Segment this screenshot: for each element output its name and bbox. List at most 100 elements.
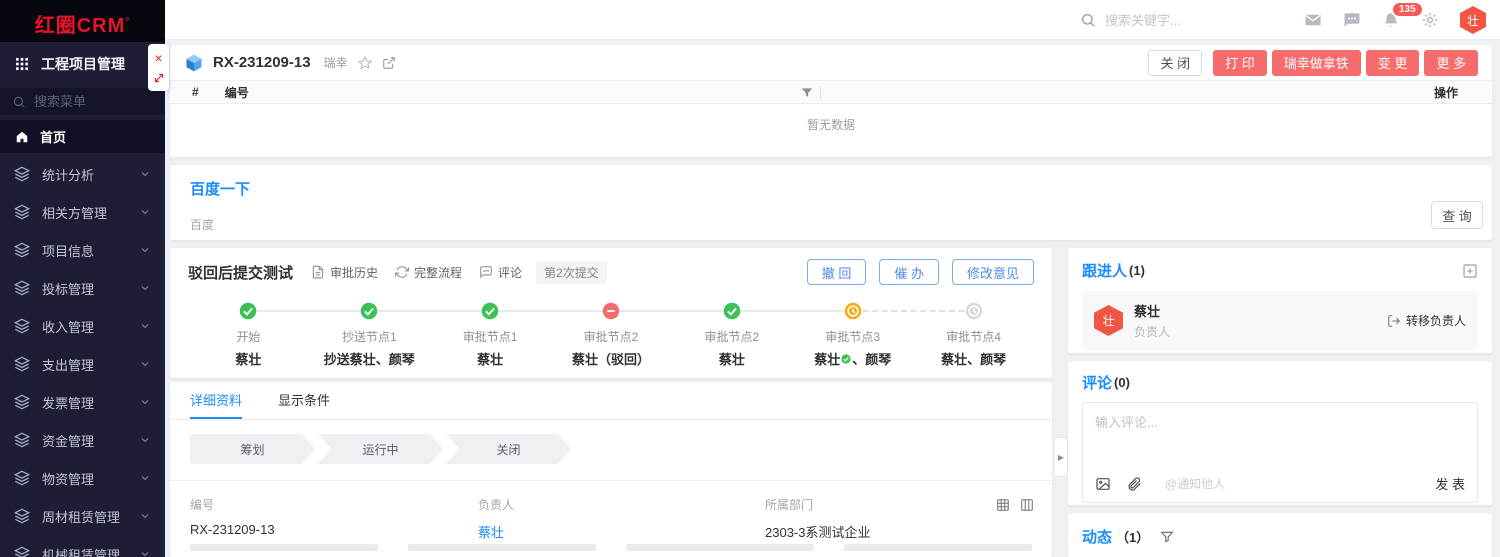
add-follower-icon[interactable] bbox=[1462, 263, 1478, 279]
tab-inactive[interactable]: 显示条件 bbox=[278, 382, 330, 419]
global-search-input[interactable] bbox=[1105, 13, 1285, 28]
field-value: RX-231209-13 bbox=[190, 522, 275, 537]
detail-fields: 编号 RX-231209-13 负责人 蔡壮 所属部门 2303-3系测试企业 bbox=[170, 481, 1052, 551]
step-name: 审批节点1 bbox=[430, 328, 551, 345]
workflow-card: 驳回后提交测试 审批历史 完整流程 评论 第2次提交 撤 回催 办修改意见 开始… bbox=[170, 248, 1052, 378]
clipped-content bbox=[190, 544, 1032, 551]
sidebar-item-label: 机械租赁管理 bbox=[42, 545, 127, 557]
sidebar-item-home[interactable]: 首页 bbox=[0, 120, 165, 153]
mail-icon[interactable] bbox=[1304, 11, 1322, 29]
step-person: 抄送蔡壮、颜琴 bbox=[309, 349, 430, 368]
table-view-icon[interactable] bbox=[996, 498, 1010, 512]
query-button[interactable]: 查 询 bbox=[1431, 201, 1483, 229]
home-label: 首页 bbox=[40, 127, 66, 146]
sidebar-item[interactable]: 项目信息 bbox=[0, 231, 165, 269]
step-status-done-icon bbox=[360, 302, 378, 320]
attachment-icon[interactable] bbox=[1126, 476, 1142, 492]
mention-hint[interactable]: @通知他人 bbox=[1165, 475, 1225, 492]
comment-icon bbox=[479, 265, 493, 279]
comment-input[interactable] bbox=[1083, 403, 1477, 465]
activity-filter-icon[interactable] bbox=[1160, 530, 1174, 544]
activity-title: 动态 bbox=[1082, 526, 1112, 547]
sidebar-item[interactable]: 发票管理 bbox=[0, 383, 165, 421]
chat-icon[interactable] bbox=[1343, 11, 1361, 29]
layers-icon bbox=[14, 432, 30, 448]
followers-panel: 跟进人 (1) 壮 蔡壮 负责人 转移负责人 bbox=[1068, 248, 1492, 353]
chevron-down-icon bbox=[139, 168, 151, 180]
follower-name: 蔡壮 bbox=[1134, 301, 1170, 320]
sidebar-item[interactable]: 物资管理 bbox=[0, 459, 165, 497]
filter-icon[interactable] bbox=[800, 86, 814, 100]
sidebar-item[interactable]: 支出管理 bbox=[0, 345, 165, 383]
chevron-down-icon bbox=[139, 282, 151, 294]
layers-icon bbox=[14, 470, 30, 486]
workflow-action-button[interactable]: 撤 回 bbox=[807, 259, 867, 285]
workflow-action-button[interactable]: 修改意见 bbox=[952, 259, 1034, 285]
sidebar-item[interactable]: 周材租赁管理 bbox=[0, 497, 165, 535]
layers-icon bbox=[14, 508, 30, 524]
baidu-field-label: 百度 bbox=[190, 216, 1472, 233]
avatar[interactable]: 壮 bbox=[1460, 6, 1486, 34]
step-person: 蔡壮 bbox=[188, 349, 309, 368]
record-action-button[interactable]: 关 闭 bbox=[1148, 50, 1202, 76]
gear-icon[interactable] bbox=[1421, 11, 1439, 29]
workflow-action-button[interactable]: 催 办 bbox=[879, 259, 939, 285]
submission-tag: 第2次提交 bbox=[536, 261, 607, 284]
close-icon[interactable]: × bbox=[154, 51, 162, 65]
sidebar-item-label: 统计分析 bbox=[42, 165, 127, 184]
field-value[interactable]: 蔡壮 bbox=[478, 522, 514, 541]
transfer-owner-button[interactable]: 转移负责人 bbox=[1387, 312, 1466, 329]
expand-icon[interactable] bbox=[153, 72, 165, 84]
record-header: RX-231209-13 瑞幸 关 闭打 印瑞幸做拿铁变 更更 多 bbox=[170, 45, 1492, 80]
sidebar-item[interactable]: 统计分析 bbox=[0, 155, 165, 193]
chevron-down-icon bbox=[139, 244, 151, 256]
submit-comment-button[interactable]: 发 表 bbox=[1435, 474, 1465, 493]
record-card: RX-231209-13 瑞幸 关 闭打 印瑞幸做拿铁变 更更 多 # 编号 操… bbox=[170, 45, 1492, 157]
step-name: 开始 bbox=[188, 328, 309, 345]
sidebar-item[interactable]: 投标管理 bbox=[0, 269, 165, 307]
follower-item: 壮 蔡壮 负责人 转移负责人 bbox=[1082, 291, 1478, 350]
record-action-button[interactable]: 瑞幸做拿铁 bbox=[1272, 50, 1361, 76]
detail-field: 编号 RX-231209-13 bbox=[190, 496, 275, 537]
topbar: 135 壮 bbox=[165, 0, 1500, 40]
sidebar-menu: 统计分析 相关方管理 项目信息 投标管理 收入管理 支出管理 发票管理 资金管理… bbox=[0, 155, 165, 557]
workflow-link[interactable]: 完整流程 bbox=[395, 264, 462, 281]
sidebar-search-input[interactable] bbox=[34, 94, 144, 109]
field-value: 2303-3系测试企业 bbox=[765, 522, 870, 541]
star-icon[interactable] bbox=[357, 55, 373, 71]
notifications[interactable]: 135 bbox=[1382, 11, 1400, 29]
record-action-button[interactable]: 变 更 bbox=[1366, 50, 1420, 76]
detail-card: 详细资料显示条件 筹划运行中关闭 编号 RX-231209-13 负责人 蔡壮 … bbox=[170, 382, 1052, 557]
workflow-link[interactable]: 审批历史 bbox=[311, 264, 378, 281]
sidebar-item[interactable]: 相关方管理 bbox=[0, 193, 165, 231]
app-switcher[interactable]: 工程项目管理 bbox=[0, 42, 165, 84]
sidebar-search[interactable] bbox=[0, 88, 165, 115]
global-search[interactable] bbox=[1080, 0, 1285, 40]
detail-field: 所属部门 2303-3系测试企业 bbox=[765, 496, 870, 541]
sidebar-item[interactable]: 资金管理 bbox=[0, 421, 165, 459]
stage-flow: 筹划运行中关闭 bbox=[170, 420, 1052, 481]
sidebar-item-label: 项目信息 bbox=[42, 241, 127, 260]
workflow-links: 审批历史 完整流程 评论 bbox=[311, 264, 522, 281]
sidebar-item[interactable]: 收入管理 bbox=[0, 307, 165, 345]
chevron-down-icon bbox=[139, 434, 151, 446]
app-frame: 红圈CRM° 工程项目管理 首页 统计分析 相关方管理 项 bbox=[0, 0, 1500, 557]
stage-chevron[interactable]: 运行中 bbox=[318, 434, 443, 464]
record-action-button[interactable]: 打 印 bbox=[1213, 50, 1267, 76]
layers-icon bbox=[14, 166, 30, 182]
search-icon bbox=[1080, 12, 1096, 28]
column-view-icon[interactable] bbox=[1020, 498, 1034, 512]
stage-chevron[interactable]: 筹划 bbox=[190, 434, 315, 464]
tab-active[interactable]: 详细资料 bbox=[190, 382, 242, 419]
col-number[interactable]: 编号 bbox=[225, 84, 249, 101]
open-external-icon[interactable] bbox=[382, 56, 396, 70]
sidebar-item[interactable]: 机械租赁管理 bbox=[0, 535, 165, 557]
record-action-button[interactable]: 更 多 bbox=[1424, 50, 1478, 76]
panel-collapse-handle[interactable]: ▶ bbox=[1055, 437, 1068, 477]
workflow-buttons: 撤 回催 办修改意见 bbox=[807, 259, 1034, 285]
image-icon[interactable] bbox=[1095, 476, 1111, 492]
stage-chevron[interactable]: 关闭 bbox=[446, 434, 571, 464]
workflow-link-label: 审批历史 bbox=[330, 264, 378, 281]
workflow-link[interactable]: 评论 bbox=[479, 264, 522, 281]
step-person: 蔡壮、颜琴 bbox=[792, 349, 913, 368]
